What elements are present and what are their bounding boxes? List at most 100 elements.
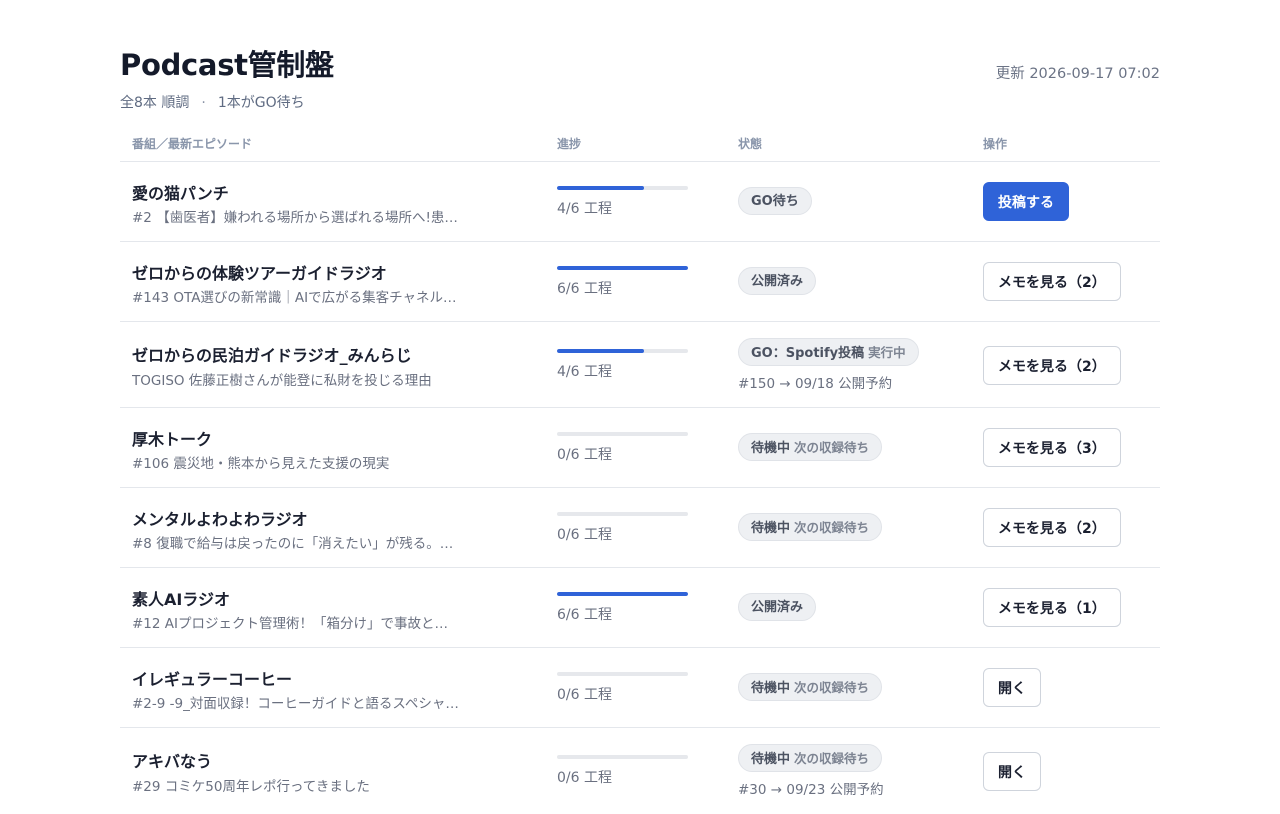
show-title: ゼロからの民泊ガイドラジオ_みんらじ [132, 346, 412, 365]
progress-label: 0/6 工程 [557, 687, 612, 703]
progress-label: 0/6 工程 [557, 527, 612, 543]
status-text: 待機中 [751, 441, 791, 456]
show-title: イレギュラーコーヒー [132, 670, 293, 689]
progress-bar-fill [557, 349, 645, 353]
status-text: GO待ち [751, 194, 799, 209]
latest-episode: #143 OTA選びの新常識｜AIで広がる集客チャネル… [132, 290, 457, 306]
summary-count: 全8本 順調 [120, 95, 190, 111]
latest-episode: #2-9 -9_対面収録！コーヒーガイドと語るスペシャ… [132, 696, 459, 712]
page-header: Podcast管制盤 全8本 順調 · 1本がGO待ち 更新 2026-09-17 … [120, 0, 1160, 122]
show-title: 素人AIラジオ [132, 590, 231, 609]
latest-episode: TOGISO 佐藤正樹さんが能登に私財を投じる理由 [132, 373, 432, 389]
view-memo-button[interactable]: メモを見る（2） [983, 346, 1121, 385]
open-button[interactable]: 開く [983, 668, 1041, 707]
progress-label: 0/6 工程 [557, 770, 612, 786]
progress-bar [557, 186, 688, 190]
column-header-progress: 進捗 [557, 137, 582, 151]
action-cell: メモを見る（2） [983, 508, 1121, 547]
progress-bar [557, 349, 688, 353]
view-memo-button[interactable]: メモを見る（2） [983, 262, 1121, 301]
post-button[interactable]: 投稿する [983, 182, 1069, 221]
progress-bar [557, 266, 688, 270]
latest-episode: #12 AIプロジェクト管理術！「箱分け」で事故と… [132, 616, 448, 632]
summary-separator: · [201, 95, 206, 111]
table-row: ゼロからの体験ツアーガイドラジオ #143 OTA選びの新常識｜AIで広がる集客チ… [120, 242, 1160, 322]
show-title: 厚木トーク [132, 430, 213, 449]
summary-line: 全8本 順調 · 1本がGO待ち [120, 92, 305, 112]
column-header-status: 状態 [738, 137, 763, 151]
page-title: Podcast管制盤 [120, 48, 334, 82]
status-badge: GO待ち [738, 187, 812, 215]
open-button[interactable]: 開く [983, 752, 1041, 791]
status-text: 待機中 [751, 752, 791, 767]
progress: 0/6 工程 [557, 672, 688, 704]
progress: 0/6 工程 [557, 755, 688, 787]
status: GO待ち [738, 187, 812, 215]
table-row: ゼロからの民泊ガイドラジオ_みんらじ TOGISO 佐藤正樹さんが能登に私財を投じ… [120, 322, 1160, 408]
table-row: 素人AIラジオ #12 AIプロジェクト管理術！「箱分け」で事故と… 6/6 工程 公… [120, 568, 1160, 648]
view-memo-button[interactable]: メモを見る（3） [983, 428, 1121, 467]
show-title: 愛の猫パンチ [132, 184, 229, 203]
table-row: イレギュラーコーヒー #2-9 -9_対面収録！コーヒーガイドと語るスペシャ… 0/… [120, 648, 1160, 728]
summary-go-waiting: 1本がGO待ち [217, 95, 305, 111]
progress-bar [557, 432, 688, 436]
status: GO：Spotify投稿 実行中 #150 → 09/18 公開予約 [738, 338, 919, 392]
status-badge: 待機中 次の収録待ち [738, 673, 883, 701]
view-memo-button[interactable]: メモを見る（1） [983, 588, 1121, 627]
status-text: 公開済み [751, 274, 804, 289]
status: 待機中 次の収録待ち #30 → 09/23 公開予約 [738, 744, 884, 798]
action-cell: 開く [983, 668, 1041, 707]
progress-label: 0/6 工程 [557, 447, 612, 463]
progress: 0/6 工程 [557, 432, 688, 464]
progress-bar [557, 672, 688, 676]
status: 待機中 次の収録待ち [738, 673, 883, 701]
table-row: 愛の猫パンチ #2 【歯医者】嫌われる場所から選ばれる場所へ!患… 4/6 工程 GO… [120, 162, 1160, 242]
progress-label: 4/6 工程 [557, 201, 612, 217]
action-cell: メモを見る（3） [983, 428, 1121, 467]
table-row: アキバなう #29 コミケ50周年レポ行ってきました 0/6 工程 待機中 次の収録待ち… [120, 728, 1160, 814]
column-header-show: 番組／最新エピソード [132, 137, 253, 151]
scheduled-release: #150 → 09/18 公開予約 [738, 376, 893, 392]
view-memo-button[interactable]: メモを見る（2） [983, 508, 1121, 547]
latest-episode: #2 【歯医者】嫌われる場所から選ばれる場所へ!患… [132, 210, 458, 226]
column-header-action: 操作 [983, 137, 1008, 151]
updated-timestamp: 更新 2026-09-17 07:02 [995, 66, 1160, 82]
progress-bar [557, 755, 688, 759]
scheduled-release: #30 → 09/23 公開予約 [738, 782, 884, 798]
status-subtext: 実行中 [868, 345, 906, 360]
progress: 0/6 工程 [557, 512, 688, 544]
status-text: 待機中 [751, 681, 791, 696]
status-badge: 公開済み [738, 267, 817, 295]
progress: 6/6 工程 [557, 266, 688, 298]
table-header: 番組／最新エピソード 進捗 状態 操作 [120, 122, 1160, 162]
progress: 4/6 工程 [557, 186, 688, 218]
table-row: メンタルよわよわラジオ #8 復職で給与は戻ったのに「消えたい」が残る。… 0/6 … [120, 488, 1160, 568]
latest-episode: #8 復職で給与は戻ったのに「消えたい」が残る。… [132, 536, 454, 552]
status-badge: 公開済み [738, 593, 817, 621]
progress-bar-fill [557, 186, 645, 190]
status-subtext: 次の収録待ち [794, 520, 870, 535]
table-body: 愛の猫パンチ #2 【歯医者】嫌われる場所から選ばれる場所へ!患… 4/6 工程 GO… [120, 162, 1160, 814]
action-cell: メモを見る（2） [983, 346, 1121, 385]
progress-label: 4/6 工程 [557, 364, 612, 380]
status-badge: 待機中 次の収録待ち [738, 744, 883, 772]
status: 待機中 次の収録待ち [738, 433, 883, 461]
show-title: メンタルよわよわラジオ [132, 510, 308, 529]
action-cell: メモを見る（2） [983, 262, 1121, 301]
dashboard: Podcast管制盤 全8本 順調 · 1本がGO待ち 更新 2026-09-17 … [120, 0, 1160, 814]
progress: 4/6 工程 [557, 349, 688, 381]
status-badge: 待機中 次の収録待ち [738, 433, 883, 461]
latest-episode: #106 震災地・熊本から見えた支援の現実 [132, 456, 390, 472]
progress-label: 6/6 工程 [557, 281, 612, 297]
table-row: 厚木トーク #106 震災地・熊本から見えた支援の現実 0/6 工程 待機中 次の収録待… [120, 408, 1160, 488]
action-cell: メモを見る（1） [983, 588, 1121, 627]
status-subtext: 次の収録待ち [794, 680, 870, 695]
progress-bar [557, 512, 688, 516]
status: 待機中 次の収録待ち [738, 513, 883, 541]
action-cell: 投稿する [983, 182, 1069, 221]
status-subtext: 次の収録待ち [794, 440, 870, 455]
status-badge: GO：Spotify投稿 実行中 [738, 338, 919, 366]
status: 公開済み [738, 267, 817, 295]
status-subtext: 次の収録待ち [794, 751, 870, 766]
status-text: 公開済み [751, 600, 804, 615]
